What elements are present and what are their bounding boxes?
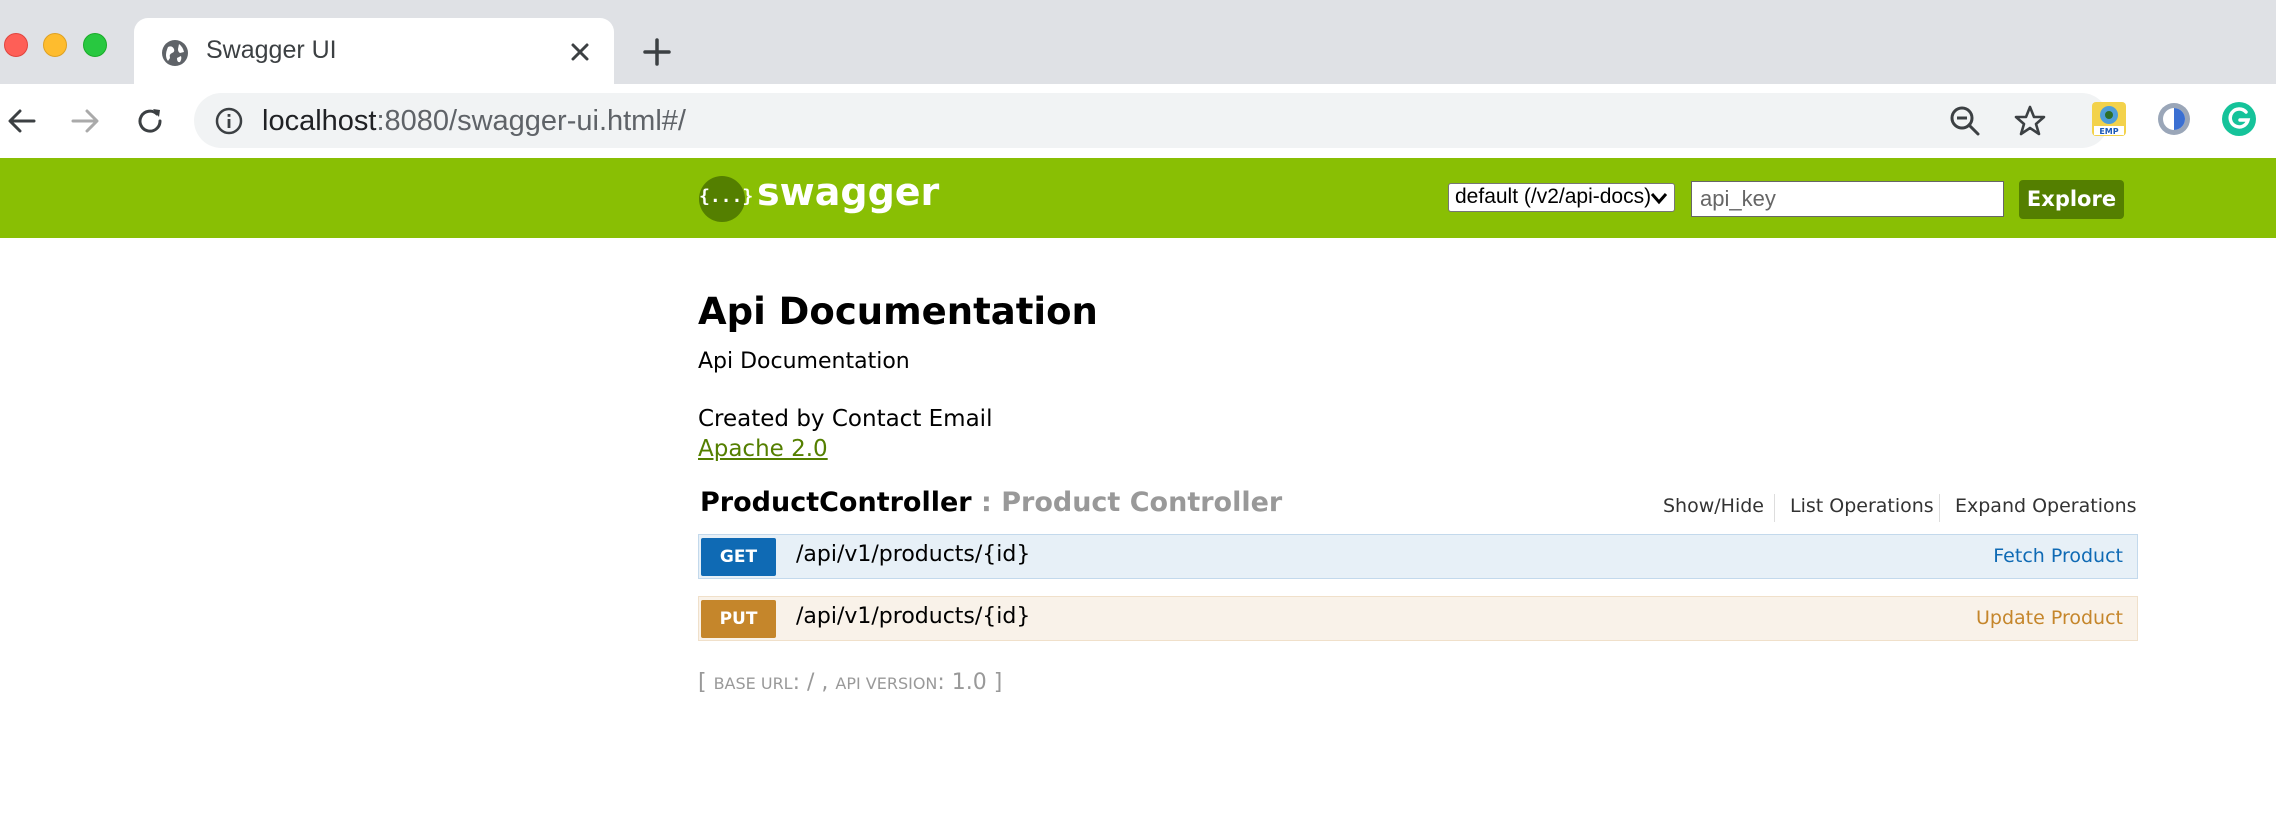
spec-select-value: default (/v2/api-docs) [1455,185,1652,208]
base-url-footer: [ base url: / , api version: 1.0 ] [698,670,1002,695]
browser-tab-bar: Swagger UI [0,0,2276,84]
window-zoom-button[interactable] [83,33,107,57]
tab-title: Swagger UI [206,36,337,64]
close-icon[interactable] [566,38,594,66]
operation-update-product[interactable]: PUT /api/v1/products/{id} Update Product [698,596,2138,641]
resource-heading[interactable]: ProductController : Product Controller [700,487,1282,518]
options-divider [1939,494,1940,522]
new-tab-plus-icon[interactable] [640,35,674,69]
address-bar[interactable]: localhost:8080/swagger-ui.html#/ [194,93,2109,148]
operation-summary[interactable]: Update Product [1976,607,2123,629]
globe-icon [162,40,188,66]
page-title: Api Documentation [698,290,1098,333]
options-divider [1774,494,1775,522]
operation-get-product[interactable]: GET /api/v1/products/{id} Fetch Product [698,534,2138,579]
operation-path[interactable]: /api/v1/products/{id} [796,604,1030,629]
url-host: localhost [262,105,377,137]
spec-select[interactable]: default (/v2/api-docs) [1448,183,1675,212]
grammarly-icon[interactable] [2220,100,2258,138]
api-description: Api Documentation [698,349,910,374]
shield-extension-icon[interactable] [2155,100,2193,138]
base-url-value: : / , [792,670,836,695]
emp-extension-icon[interactable]: EMP [2090,100,2128,138]
bookmark-star-icon[interactable] [2013,104,2047,138]
reload-icon[interactable] [133,104,167,138]
window-minimize-button[interactable] [43,33,67,57]
base-url-label: base url [713,674,793,693]
list-operations-link[interactable]: List Operations [1790,495,1934,517]
show-hide-link[interactable]: Show/Hide [1663,495,1764,517]
info-icon[interactable] [214,106,244,136]
forward-arrow-icon[interactable] [69,104,103,138]
api-version-label: api version [835,674,938,693]
footer-open-bracket: [ [698,670,714,695]
browser-toolbar: localhost:8080/swagger-ui.html#/ EMP [0,84,2276,156]
window-close-button[interactable] [4,33,28,57]
operation-path[interactable]: /api/v1/products/{id} [796,542,1030,567]
api-key-input[interactable]: api_key [1691,181,2004,217]
chevron-down-icon [1650,193,1668,205]
http-method-badge[interactable]: GET [701,538,776,576]
browser-tab[interactable]: Swagger UI [134,18,614,84]
resource-description: Product Controller [1001,487,1283,518]
explore-button[interactable]: Explore [2019,180,2124,219]
swagger-header: {...} swagger default (/v2/api-docs) api… [0,158,2276,238]
swagger-brand[interactable]: swagger [757,170,939,214]
swagger-logo-icon[interactable]: {...} [699,176,753,222]
expand-operations-link[interactable]: Expand Operations [1955,495,2137,517]
resource-separator: : [971,487,1002,518]
operation-summary[interactable]: Fetch Product [1993,545,2123,567]
resource-name[interactable]: ProductController [700,487,972,518]
url-path: :8080/swagger-ui.html#/ [376,105,686,137]
url-text[interactable]: localhost:8080/swagger-ui.html#/ [262,105,686,138]
back-arrow-icon[interactable] [4,104,38,138]
api-version-value: : 1.0 ] [937,670,1003,695]
http-method-badge[interactable]: PUT [701,600,776,638]
license-link[interactable]: Apache 2.0 [698,436,828,462]
svg-text:EMP: EMP [2099,127,2118,136]
zoom-out-icon[interactable] [1948,104,1982,138]
contact-info: Created by Contact Email [698,406,993,432]
